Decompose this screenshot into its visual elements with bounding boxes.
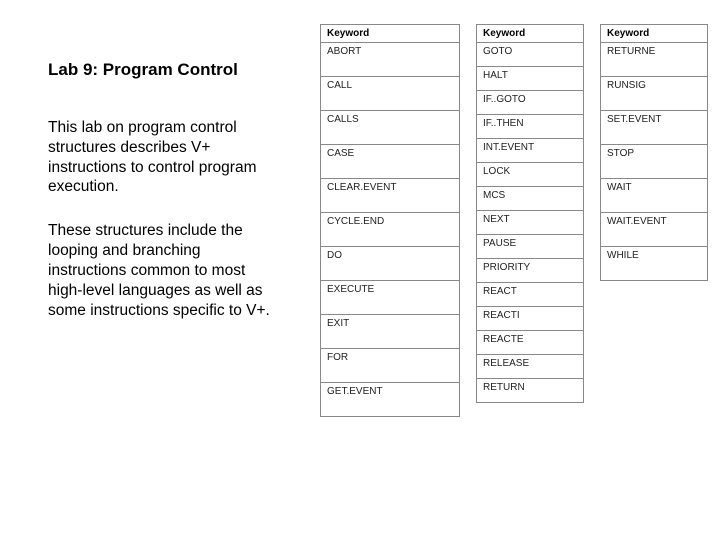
keyword-cell: PRIORITY xyxy=(477,259,584,283)
table-body-1: ABORTCALLCALLSCASECLEAR.EVENTCYCLE.ENDDO… xyxy=(321,43,460,417)
intro-paragraph-2: These structures include the looping and… xyxy=(48,221,280,320)
keyword-cell: DO xyxy=(321,247,460,281)
keyword-cell: RETURNE xyxy=(601,43,708,77)
keyword-cell: EXECUTE xyxy=(321,281,460,315)
keyword-cell: ABORT xyxy=(321,43,460,77)
keyword-cell: CASE xyxy=(321,145,460,179)
keyword-cell: IF..THEN xyxy=(477,115,584,139)
keyword-cell: MCS xyxy=(477,187,584,211)
keyword-cell: CYCLE.END xyxy=(321,213,460,247)
keyword-cell: RELEASE xyxy=(477,355,584,379)
table-header: Keyword xyxy=(601,25,708,43)
keyword-cell: SET.EVENT xyxy=(601,111,708,145)
keyword-cell: PAUSE xyxy=(477,235,584,259)
keyword-cell: RETURN xyxy=(477,379,584,403)
keyword-cell: CALLS xyxy=(321,111,460,145)
text-column: Lab 9: Program Control This lab on progr… xyxy=(48,60,280,344)
keyword-cell: INT.EVENT xyxy=(477,139,584,163)
table-header: Keyword xyxy=(321,25,460,43)
keyword-cell: CLEAR.EVENT xyxy=(321,179,460,213)
keyword-cell: WHILE xyxy=(601,247,708,281)
slide: Lab 9: Program Control This lab on progr… xyxy=(0,0,720,540)
intro-paragraph-1: This lab on program control structures d… xyxy=(48,118,280,197)
keyword-cell: FOR xyxy=(321,349,460,383)
keyword-cell: GET.EVENT xyxy=(321,383,460,417)
keyword-tables: Keyword ABORTCALLCALLSCASECLEAR.EVENTCYC… xyxy=(320,24,708,417)
keyword-table-3: Keyword RETURNERUNSIGSET.EVENTSTOPWAITWA… xyxy=(600,24,708,281)
keyword-cell: NEXT xyxy=(477,211,584,235)
keyword-cell: EXIT xyxy=(321,315,460,349)
keyword-cell: REACTE xyxy=(477,331,584,355)
keyword-cell: STOP xyxy=(601,145,708,179)
keyword-cell: REACT xyxy=(477,283,584,307)
table-header: Keyword xyxy=(477,25,584,43)
keyword-cell: LOCK xyxy=(477,163,584,187)
keyword-cell: IF..GOTO xyxy=(477,91,584,115)
keyword-cell: CALL xyxy=(321,77,460,111)
keyword-table-2: Keyword GOTOHALTIF..GOTOIF..THENINT.EVEN… xyxy=(476,24,584,403)
keyword-cell: WAIT.EVENT xyxy=(601,213,708,247)
table-body-2: GOTOHALTIF..GOTOIF..THENINT.EVENTLOCKMCS… xyxy=(477,43,584,403)
keyword-table-1: Keyword ABORTCALLCALLSCASECLEAR.EVENTCYC… xyxy=(320,24,460,417)
keyword-cell: RUNSIG xyxy=(601,77,708,111)
keyword-cell: GOTO xyxy=(477,43,584,67)
page-title: Lab 9: Program Control xyxy=(48,60,280,80)
table-body-3: RETURNERUNSIGSET.EVENTSTOPWAITWAIT.EVENT… xyxy=(601,43,708,281)
keyword-cell: WAIT xyxy=(601,179,708,213)
keyword-cell: HALT xyxy=(477,67,584,91)
keyword-cell: REACTI xyxy=(477,307,584,331)
